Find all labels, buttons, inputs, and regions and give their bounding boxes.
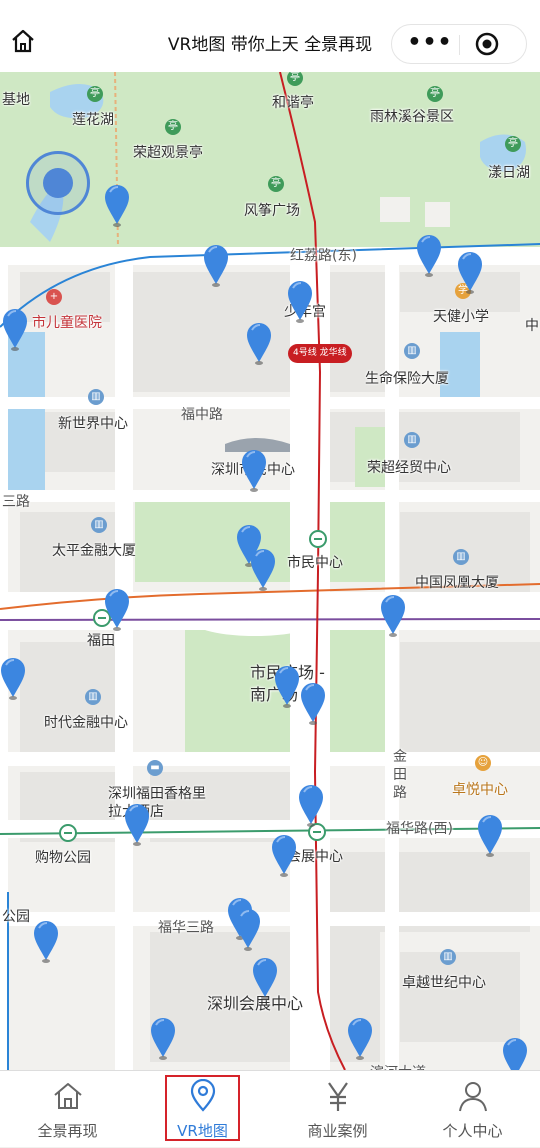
building-icon: ▥ xyxy=(404,343,420,359)
scenic-icon: 亭 xyxy=(165,119,181,135)
person-icon xyxy=(458,1082,487,1112)
map-label: 荣超观景亭 xyxy=(133,145,203,161)
building-icon: ▥ xyxy=(88,389,104,405)
tab-profile[interactable]: 个人中心 xyxy=(405,1071,540,1148)
top-bar: VR地图 带你上天 全景再现 ••• xyxy=(0,0,540,72)
vr-map-pin[interactable] xyxy=(298,784,324,828)
road-label: 福华路(西) xyxy=(386,821,453,837)
metro-station-icon xyxy=(309,530,327,548)
building-icon: ▥ xyxy=(453,549,469,565)
vr-map-pin[interactable] xyxy=(33,920,59,964)
building-icon: ▥ xyxy=(91,517,107,533)
location-pin-icon xyxy=(190,1079,215,1112)
road-label: 滨河大道 xyxy=(370,1062,426,1070)
map-label: 风筝广场 xyxy=(244,203,300,219)
map-label: 和谐亭 xyxy=(272,95,314,111)
page-title: VR地图 带你上天 全景再现 xyxy=(167,35,373,55)
road-label: 红荔路(东) xyxy=(290,248,357,264)
vr-map-pin[interactable] xyxy=(274,665,300,709)
more-menu-button[interactable]: ••• xyxy=(402,25,458,63)
vr-map-pin[interactable] xyxy=(287,280,313,324)
hotel-icon: ▬ xyxy=(147,760,163,776)
metro-line-badge: 4号线 龙华线 xyxy=(288,344,352,363)
home-icon xyxy=(53,1083,82,1109)
vr-map-pin[interactable] xyxy=(2,308,28,352)
vr-map-pin[interactable] xyxy=(150,1017,176,1061)
vr-map-pin[interactable] xyxy=(250,548,276,592)
vr-map-pin[interactable] xyxy=(416,234,442,278)
map-label: 市民中心 xyxy=(287,555,343,571)
map-view[interactable]: 亭 亭 亭 亭 亭 亭 + 学 ▥ ▥ ▥ ▥ ▥ ▥ ▬ ☺ ▥ 4号线 龙华… xyxy=(0,72,540,1070)
map-label: 购物公园 xyxy=(35,850,91,866)
vr-map-pin[interactable] xyxy=(271,834,297,878)
scenic-icon: 亭 xyxy=(287,72,303,86)
vr-map-pin[interactable] xyxy=(300,682,326,726)
map-label: 深圳福田香格里拉大酒店 xyxy=(108,786,206,820)
mini-program-capsule: ••• xyxy=(391,24,527,64)
vr-map-pin[interactable] xyxy=(124,803,150,847)
vr-map-pin[interactable] xyxy=(203,244,229,288)
vr-map-pin[interactable] xyxy=(0,657,26,701)
vr-map-pin[interactable] xyxy=(252,957,278,1001)
tab-label: 商业案例 xyxy=(307,1122,368,1140)
tab-label: 个人中心 xyxy=(442,1122,503,1140)
map-label: 市儿童医院 xyxy=(32,315,102,331)
scenic-icon: 亭 xyxy=(87,86,103,102)
map-label: 公园 xyxy=(2,909,30,925)
map-label: 生命保险大厦 xyxy=(365,371,449,387)
vr-map-pin[interactable] xyxy=(235,908,261,952)
building-icon: ▥ xyxy=(85,689,101,705)
metro-station-icon xyxy=(59,824,77,842)
vr-map-pin[interactable] xyxy=(502,1037,528,1070)
map-label: 基地 xyxy=(2,92,30,108)
yen-icon xyxy=(327,1082,348,1111)
vr-map-pin[interactable] xyxy=(241,449,267,493)
scenic-icon: 亭 xyxy=(505,136,521,152)
map-label: 雨林溪谷景区 xyxy=(370,109,454,125)
tab-label: 全景再现 xyxy=(37,1122,98,1140)
vr-map-pin[interactable] xyxy=(246,322,272,366)
map-label: 漾日湖 xyxy=(488,165,530,181)
road-label: 金田路 xyxy=(393,749,407,801)
vr-map-pin[interactable] xyxy=(457,251,483,295)
bottom-tab-bar: 全景再现 VR地图 商业案例 个人中心 xyxy=(0,1070,540,1147)
scenic-icon: 亭 xyxy=(268,176,284,192)
map-label: 中国凤凰大厦 xyxy=(415,575,499,591)
road-label: 福中路 xyxy=(181,407,223,423)
map-label: 卓悦中心 xyxy=(452,782,508,798)
map-label: 天健小学 xyxy=(433,309,489,325)
tab-label: VR地图 xyxy=(177,1122,228,1140)
building-icon: ▥ xyxy=(404,432,420,448)
vr-map-pin[interactable] xyxy=(104,184,130,228)
map-label: 新世界中心 xyxy=(58,416,128,432)
tab-panorama[interactable]: 全景再现 xyxy=(0,1071,135,1148)
map-label: 太平金融大厦 xyxy=(52,543,136,559)
vr-map-pin[interactable] xyxy=(380,594,406,638)
hospital-icon: + xyxy=(46,289,62,305)
home-icon[interactable] xyxy=(10,28,36,54)
vr-map-pin[interactable] xyxy=(477,814,503,858)
vr-map-pin[interactable] xyxy=(347,1017,373,1061)
map-label: 时代金融中心 xyxy=(44,715,128,731)
current-location-marker[interactable] xyxy=(26,151,90,215)
vr-map-pin[interactable] xyxy=(104,588,130,632)
map-label: 中 xyxy=(525,318,539,334)
road-label: 三路 xyxy=(2,494,30,510)
shopping-icon: ☺ xyxy=(475,755,491,771)
scenic-icon: 亭 xyxy=(427,86,443,102)
map-label: 福田 xyxy=(87,633,115,649)
capsule-divider xyxy=(459,35,460,55)
tab-vr-map[interactable]: VR地图 xyxy=(135,1071,270,1148)
map-label: 莲花湖 xyxy=(72,112,114,128)
map-label: 荣超经贸中心 xyxy=(367,460,451,476)
road-label: 福华三路 xyxy=(158,920,214,936)
building-icon: ▥ xyxy=(440,949,456,965)
tab-business-cases[interactable]: 商业案例 xyxy=(270,1071,405,1148)
map-label: 卓越世纪中心 xyxy=(402,975,486,991)
close-icon[interactable] xyxy=(474,31,500,57)
